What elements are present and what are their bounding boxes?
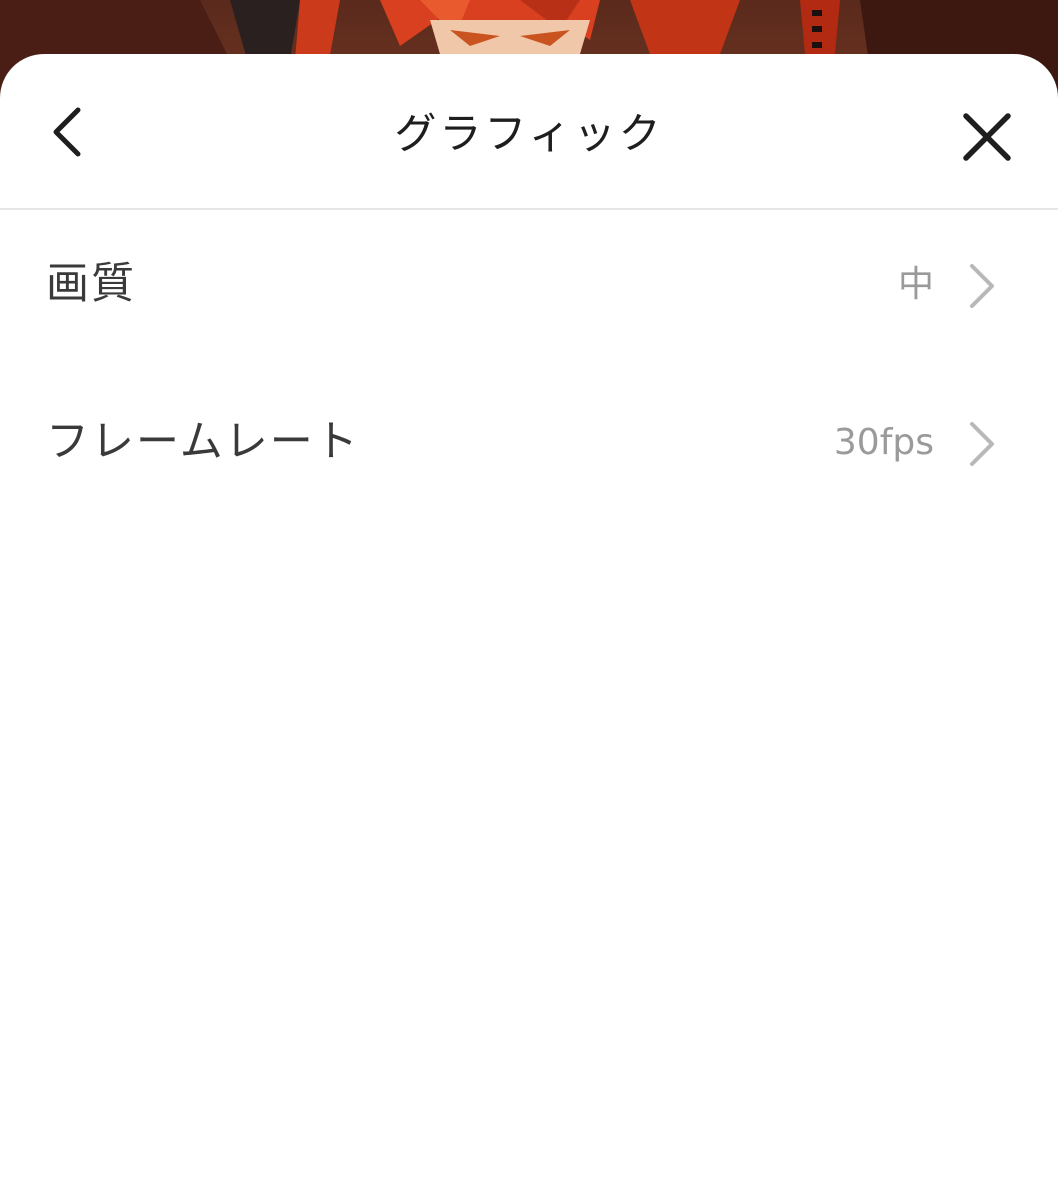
setting-label: フレームレート bbox=[46, 417, 360, 467]
close-icon bbox=[963, 113, 1011, 161]
setting-value: 30fps bbox=[833, 422, 934, 463]
setting-label: 画質 bbox=[46, 259, 136, 309]
page-title: グラフィック bbox=[394, 109, 664, 158]
chevron-right-icon bbox=[970, 422, 994, 466]
chevron-right-icon bbox=[970, 264, 994, 308]
setting-row-frame-rate[interactable]: フレームレート 30fps bbox=[0, 368, 1058, 518]
close-button[interactable] bbox=[950, 100, 1024, 174]
sheet-header: グラフィック bbox=[0, 54, 1058, 210]
graphics-settings-sheet: グラフィック 画質 中 フレームレート 30fps bbox=[0, 54, 1058, 1200]
setting-row-image-quality[interactable]: 画質 中 bbox=[0, 210, 1058, 360]
setting-value: 中 bbox=[897, 264, 934, 305]
